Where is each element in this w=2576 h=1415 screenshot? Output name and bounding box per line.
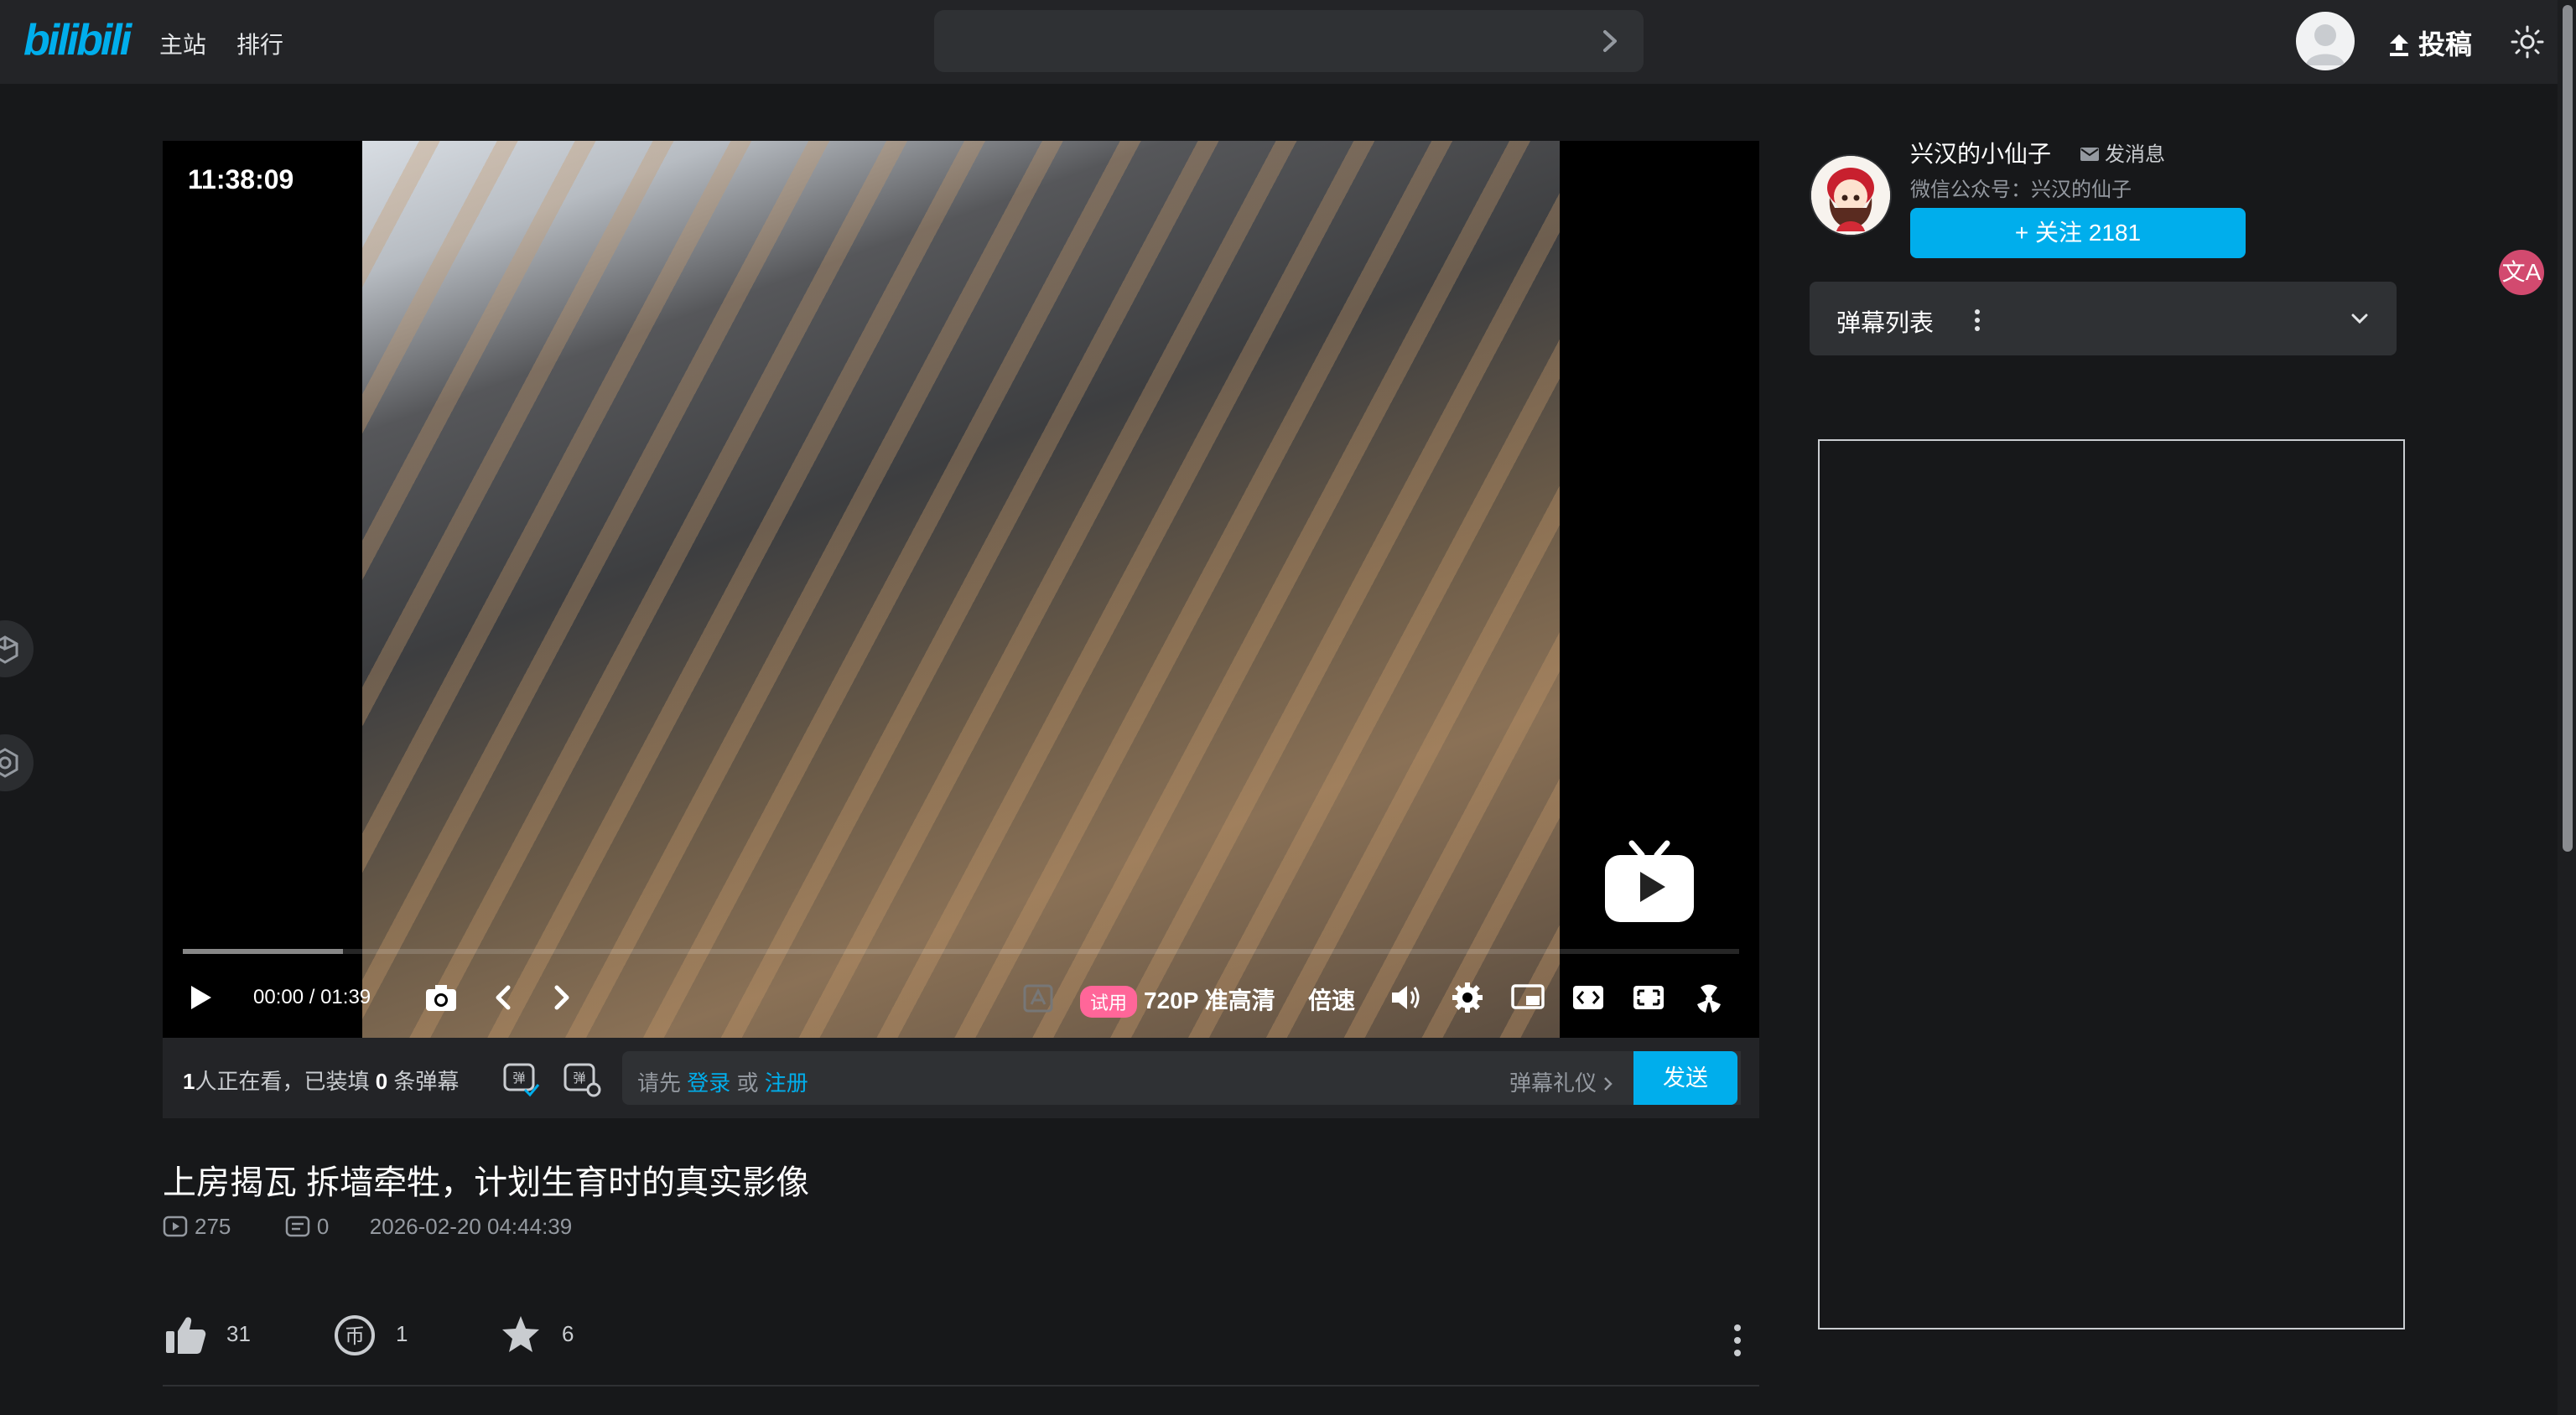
search-input[interactable] xyxy=(934,10,1644,72)
star-icon xyxy=(502,1316,539,1352)
danmaku-toggle-icon[interactable]: 弹 xyxy=(500,1056,542,1098)
danmaku-settings-icon[interactable]: 弹 xyxy=(560,1056,602,1098)
next-frame-icon[interactable] xyxy=(543,979,580,1016)
side-cube-button[interactable] xyxy=(0,620,34,677)
widescreen-icon[interactable] xyxy=(1570,979,1607,1016)
bilibili-tv-play-icon[interactable] xyxy=(1603,838,1696,924)
sun-theme-icon[interactable] xyxy=(2511,25,2544,59)
send-message-label: 发消息 xyxy=(2105,143,2165,166)
coin-count: 1 xyxy=(396,1320,408,1346)
publish-date: 2026-02-20 04:44:39 xyxy=(369,1214,573,1239)
send-button[interactable]: 发送 xyxy=(1633,1051,1737,1105)
mail-icon xyxy=(2080,148,2099,161)
chevron-right-icon[interactable] xyxy=(1593,20,1627,62)
speed-selector[interactable]: 倍速 xyxy=(1308,982,1355,1016)
play-count-icon xyxy=(163,1215,188,1237)
time-separator: / xyxy=(309,986,315,1008)
play-count: 275 xyxy=(195,1214,231,1239)
progress-bar[interactable] xyxy=(183,949,1739,954)
meta-danmaku-count: 0 xyxy=(316,1214,330,1239)
like-count: 31 xyxy=(226,1320,251,1346)
time-current: 00:00 xyxy=(253,986,304,1008)
time-total: 01:39 xyxy=(320,986,371,1008)
bilibili-logo[interactable]: bilibili xyxy=(23,15,132,65)
upload-icon xyxy=(2390,34,2408,56)
side-hexagon-button[interactable] xyxy=(0,734,34,791)
favorite-button[interactable]: 6 xyxy=(498,1313,574,1366)
upload-label: 投稿 xyxy=(2418,29,2473,60)
follow-button[interactable]: + 关注 2181 xyxy=(1910,208,2246,258)
danmaku-placeholder: 请先 登录 或 注册 xyxy=(637,1066,808,1097)
chevron-down-icon[interactable] xyxy=(2346,305,2373,332)
quality-selector[interactable]: 720P 准高清 xyxy=(1144,982,1275,1016)
uploader-avatar[interactable] xyxy=(1810,154,1892,236)
fullscreen-icon[interactable] xyxy=(1690,979,1727,1016)
previous-frame-icon[interactable] xyxy=(485,979,522,1016)
upload-button[interactable]: 投稿 xyxy=(2386,23,2472,62)
uploader-description: 微信公众号：兴汉的仙子 xyxy=(1910,179,2132,201)
screenshot-camera-icon[interactable] xyxy=(423,979,460,1016)
player-clock: 11:38:09 xyxy=(188,164,294,194)
user-avatar[interactable] xyxy=(2296,12,2355,70)
send-message-link[interactable]: 发消息 xyxy=(2080,137,2165,167)
danmaku-bar: 1人正在看，已装填 0 条弹幕 弹 弹 请先 登录 或 注册 弹幕礼仪 发送 xyxy=(163,1038,1759,1118)
more-options-icon[interactable] xyxy=(1722,1321,1753,1360)
scrollbar-thumb[interactable] xyxy=(2563,5,2573,852)
picture-in-picture-icon[interactable] xyxy=(1509,979,1546,1016)
nav-main-site[interactable]: 主站 xyxy=(159,27,206,60)
login-link[interactable]: 登录 xyxy=(687,1070,730,1096)
danmaku-list-label: 弹幕列表 xyxy=(1836,310,1935,337)
settings-gear-icon[interactable] xyxy=(1449,979,1486,1016)
like-button[interactable]: 31 xyxy=(163,1313,251,1366)
svg-text:弹: 弹 xyxy=(512,1070,525,1086)
play-icon[interactable] xyxy=(181,979,218,1016)
danmaku-list-header[interactable]: 弹幕列表 xyxy=(1810,282,2397,355)
video-meta: 275 0 2026-02-20 04:44:39 xyxy=(163,1214,580,1240)
progress-buffered xyxy=(183,949,344,954)
trial-badge: 试用 xyxy=(1080,986,1138,1018)
time-display: 00:00 / 01:39 xyxy=(253,986,371,1009)
viewer-status: 1人正在看，已装填 0 条弹幕 xyxy=(183,1065,459,1096)
coin-icon: 币 xyxy=(335,1315,375,1355)
uploader-avatar-image xyxy=(1811,156,1890,235)
coin-button[interactable]: 币1 xyxy=(332,1313,408,1366)
volume-icon[interactable] xyxy=(1387,979,1424,1016)
danmaku-count-label: 条弹幕 xyxy=(387,1069,460,1094)
cube-icon xyxy=(0,635,18,664)
placeholder-or: 或 xyxy=(730,1070,765,1096)
favorite-count: 6 xyxy=(562,1320,574,1346)
hexagon-icon xyxy=(0,748,18,778)
ad-placeholder xyxy=(1818,439,2405,1329)
viewer-label: 人正在看，已装填 xyxy=(195,1069,376,1094)
kebab-menu-icon[interactable] xyxy=(1969,305,1986,335)
danmaku-count-icon xyxy=(285,1215,310,1237)
etiquette-label: 弹幕礼仪 xyxy=(1509,1070,1597,1096)
svg-text:币: 币 xyxy=(345,1324,365,1348)
danmaku-etiquette-link[interactable]: 弹幕礼仪 xyxy=(1509,1066,1614,1097)
web-fullscreen-icon[interactable] xyxy=(1630,979,1667,1016)
chevron-right-icon xyxy=(1604,1077,1613,1091)
uploader-name[interactable]: 兴汉的小仙子 xyxy=(1910,136,2051,169)
register-link[interactable]: 注册 xyxy=(765,1070,808,1096)
placeholder-prefix: 请先 xyxy=(637,1070,688,1096)
video-title: 上房揭瓦 拆墙牵牲，计划生育时的真实影像 xyxy=(163,1164,810,1201)
video-frame-texture xyxy=(362,141,1560,1038)
viewer-count: 1 xyxy=(183,1069,195,1094)
subtitle-translate-icon[interactable] xyxy=(1020,979,1057,1016)
avatar-silhouette-icon xyxy=(2306,24,2345,65)
danmaku-input[interactable]: 请先 登录 或 注册 弹幕礼仪 xyxy=(622,1051,1741,1105)
divider xyxy=(163,1385,1759,1386)
danmaku-count: 0 xyxy=(375,1069,388,1094)
translate-icon[interactable]: 文A xyxy=(2499,250,2544,295)
svg-text:弹: 弹 xyxy=(573,1070,585,1086)
thumbs-up-icon xyxy=(166,1317,206,1354)
video-player[interactable]: 11:38:09 00:00 / 01:39 试用 720P 准高清 倍速 xyxy=(163,141,1759,1038)
nav-ranking[interactable]: 排行 xyxy=(236,27,283,60)
